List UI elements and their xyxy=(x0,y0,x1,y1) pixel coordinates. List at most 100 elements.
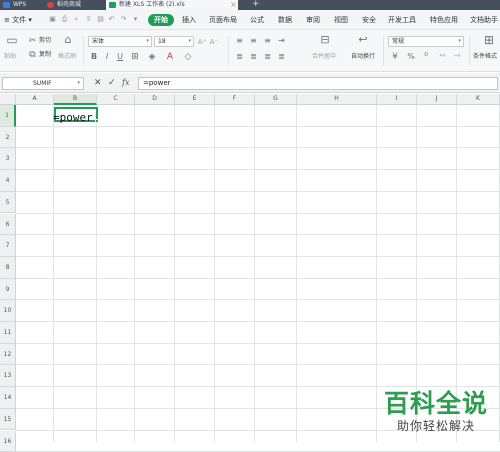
decrease-decimal-icon[interactable]: ⁻⁰ xyxy=(451,52,463,62)
column-header-i[interactable]: I xyxy=(377,94,417,105)
row-header-8[interactable]: 8 xyxy=(0,257,16,279)
align-bottom-icon[interactable]: ≡ xyxy=(263,36,272,46)
formula-input[interactable]: =power xyxy=(138,77,498,90)
format-painter-icon[interactable]: ⌂ xyxy=(62,35,74,45)
align-center-icon[interactable]: ≣ xyxy=(249,52,258,62)
font-name-select[interactable]: 宋体 ▾ xyxy=(88,36,152,47)
indent-icon[interactable]: ⇥ xyxy=(277,36,286,46)
merge-label[interactable]: 合并居中 xyxy=(312,53,336,61)
row-header-9[interactable]: 9 xyxy=(0,279,16,301)
row-header-10[interactable]: 10 xyxy=(0,300,16,322)
copy-label[interactable]: 复制 xyxy=(39,51,51,59)
cut-label[interactable]: 剪切 xyxy=(39,37,51,45)
menu-security[interactable]: 安全 xyxy=(362,14,376,26)
tab-wps[interactable]: WPS xyxy=(0,0,42,10)
increase-decimal-icon[interactable]: ⁺⁰ xyxy=(436,52,448,62)
column-header-k[interactable]: K xyxy=(457,94,500,105)
number-format-select[interactable]: 常规 ▾ xyxy=(388,36,464,47)
conditional-format-icon[interactable]: ⊞ xyxy=(482,35,496,45)
border-icon[interactable]: ⊞ xyxy=(130,52,140,62)
cut-icon[interactable]: ✂ xyxy=(28,36,37,46)
underline-button[interactable]: U xyxy=(116,52,124,62)
confirm-icon[interactable]: ✓ xyxy=(108,77,116,89)
undo-icon[interactable]: ↶ xyxy=(107,15,116,24)
tab-store[interactable]: 稻壳商城 xyxy=(44,0,102,10)
print-icon[interactable]: ⎙ xyxy=(60,15,69,24)
percent-icon[interactable]: % xyxy=(406,52,416,62)
copy-icon[interactable]: ⧉ xyxy=(28,50,37,60)
menu-start[interactable]: 开始 xyxy=(148,14,174,26)
column-header-e[interactable]: E xyxy=(175,94,215,105)
decrease-font-icon[interactable]: A⁻ xyxy=(209,37,219,47)
column-header-b[interactable]: B xyxy=(54,94,97,105)
select-all-corner[interactable] xyxy=(0,94,16,105)
tab-document[interactable]: 新建 XLS 工作表 (2).xls xyxy=(106,0,238,10)
column-header-h[interactable]: H xyxy=(297,94,377,105)
align-left-icon[interactable]: ≣ xyxy=(235,52,244,62)
menu-review[interactable]: 审阅 xyxy=(306,14,320,26)
italic-button[interactable]: I xyxy=(103,52,111,62)
row-gridline xyxy=(16,126,500,127)
menu-insert[interactable]: 插入 xyxy=(182,14,196,26)
row-header-3[interactable]: 3 xyxy=(0,148,16,170)
divider xyxy=(83,36,84,66)
currency-icon[interactable]: ¥ xyxy=(390,52,400,62)
row-header-5[interactable]: 5 xyxy=(0,192,16,214)
menu-developer[interactable]: 开发工具 xyxy=(388,14,416,26)
column-header-d[interactable]: D xyxy=(135,94,175,105)
insert-function-icon[interactable]: fx xyxy=(122,77,129,89)
row-header-14[interactable]: 14 xyxy=(0,387,16,409)
clear-format-icon[interactable]: ◇ xyxy=(183,52,193,62)
bold-button[interactable]: B xyxy=(90,52,98,62)
menu-features[interactable]: 特色应用 xyxy=(430,14,458,26)
menu-data[interactable]: 数据 xyxy=(278,14,292,26)
menu-page-layout[interactable]: 页面布局 xyxy=(209,14,237,26)
column-header-a[interactable]: A xyxy=(16,94,54,105)
dropdown-icon[interactable]: ▾ xyxy=(131,15,140,24)
justify-icon[interactable]: ≣ xyxy=(277,52,286,62)
menu-view[interactable]: 视图 xyxy=(334,14,348,26)
row-header-13[interactable]: 13 xyxy=(0,365,16,387)
merge-icon[interactable]: ⊟ xyxy=(318,35,332,45)
wrap-label[interactable]: 自动换行 xyxy=(351,53,375,61)
row-header-7[interactable]: 7 xyxy=(0,235,16,257)
row-header-6[interactable]: 6 xyxy=(0,214,16,236)
cancel-icon[interactable]: ✕ xyxy=(94,77,102,89)
column-header-c[interactable]: C xyxy=(97,94,135,105)
close-tab-icon[interactable]: × xyxy=(230,0,237,10)
paste-icon[interactable]: ▭ xyxy=(6,35,18,45)
increase-font-icon[interactable]: A⁺ xyxy=(197,37,207,47)
column-header-j[interactable]: J xyxy=(417,94,457,105)
align-middle-icon[interactable]: ≡ xyxy=(249,36,258,46)
save-icon[interactable]: ▣ xyxy=(48,15,57,24)
thousands-icon[interactable]: ⁰ xyxy=(421,52,431,62)
row-header-4[interactable]: 4 xyxy=(0,170,16,192)
row-header-16[interactable]: 16 xyxy=(0,431,16,452)
fill-color-icon[interactable]: ◈ xyxy=(147,52,157,62)
column-gridline xyxy=(254,105,255,442)
align-top-icon[interactable]: ≡ xyxy=(235,36,244,46)
wrap-text-icon[interactable]: ↩ xyxy=(356,35,370,45)
column-header-f[interactable]: F xyxy=(215,94,255,105)
format-icon[interactable]: ▤ xyxy=(96,15,105,24)
menu-doc-assistant[interactable]: 文档助手 xyxy=(470,14,498,26)
row-header-11[interactable]: 11 xyxy=(0,322,16,344)
cond-format-label[interactable]: 条件格式 xyxy=(473,53,497,61)
row-header-2[interactable]: 2 xyxy=(0,127,16,149)
new-tab-button[interactable]: + xyxy=(252,0,260,10)
align-right-icon[interactable]: ≣ xyxy=(263,52,272,62)
font-color-icon[interactable]: A xyxy=(165,52,175,62)
chevron-down-icon: ▾ xyxy=(458,37,461,46)
column-header-g[interactable]: G xyxy=(255,94,297,105)
name-box[interactable]: SUMIF ▾ xyxy=(2,77,84,90)
print-preview-icon[interactable]: ⌕ xyxy=(72,15,81,24)
redo-icon[interactable]: ↷ xyxy=(119,15,128,24)
row-header-12[interactable]: 12 xyxy=(0,344,16,366)
export-pdf-icon[interactable]: ⇪ xyxy=(84,15,93,24)
row-header-15[interactable]: 15 xyxy=(0,409,16,431)
menu-formula[interactable]: 公式 xyxy=(250,14,264,26)
file-menu[interactable]: ≡ 文件 ▾ xyxy=(4,14,32,26)
fill-handle[interactable] xyxy=(95,119,99,123)
row-header-1[interactable]: 1 xyxy=(0,105,16,127)
font-size-select[interactable]: 18 ▾ xyxy=(154,36,194,47)
